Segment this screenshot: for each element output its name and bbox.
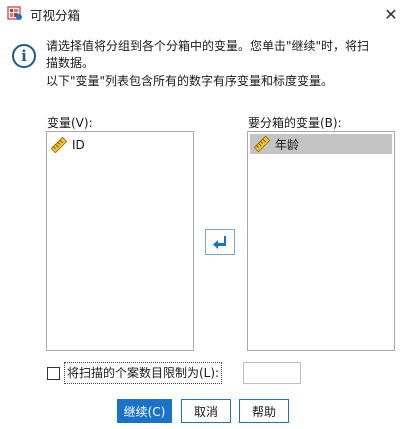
ruler-icon <box>254 136 270 152</box>
limit-cases-checkbox[interactable] <box>47 367 60 380</box>
ruler-icon <box>51 137 67 153</box>
move-variable-button[interactable] <box>205 229 235 255</box>
cancel-button[interactable]: 取消 <box>181 399 231 423</box>
continue-button[interactable]: 继续(C) <box>117 399 172 423</box>
list-item-label: ID <box>72 138 85 152</box>
bin-variables-listbox[interactable]: 年龄 <box>247 131 395 351</box>
limit-cases-label[interactable]: 将扫描的个案数目限制为(L): <box>64 362 223 384</box>
arrow-left-icon <box>213 236 226 249</box>
close-icon[interactable]: ✕ <box>380 3 402 25</box>
info-icon: i <box>12 44 36 68</box>
info-text-line-3: 以下"变量"列表包含所有的数字有序变量和标度变量。 <box>46 74 334 88</box>
help-button[interactable]: 帮助 <box>239 399 289 423</box>
variables-list-label: 变量(V): <box>47 116 93 130</box>
limit-cases-input[interactable] <box>243 362 301 384</box>
window-title: 可视分箱 <box>30 8 81 23</box>
app-icon <box>7 5 23 21</box>
info-text-line-2: 描数据。 <box>46 56 95 70</box>
list-item-id[interactable]: ID <box>47 135 193 155</box>
bin-list-label: 要分箱的变量(B): <box>248 116 342 130</box>
list-item-label: 年龄 <box>275 137 300 152</box>
info-text-line-1: 请选择值将分组到各个分箱中的变量。您单击"继续"时，将扫 <box>46 39 370 53</box>
variables-listbox[interactable]: ID <box>46 131 194 351</box>
list-item-age[interactable]: 年龄 <box>250 134 392 154</box>
